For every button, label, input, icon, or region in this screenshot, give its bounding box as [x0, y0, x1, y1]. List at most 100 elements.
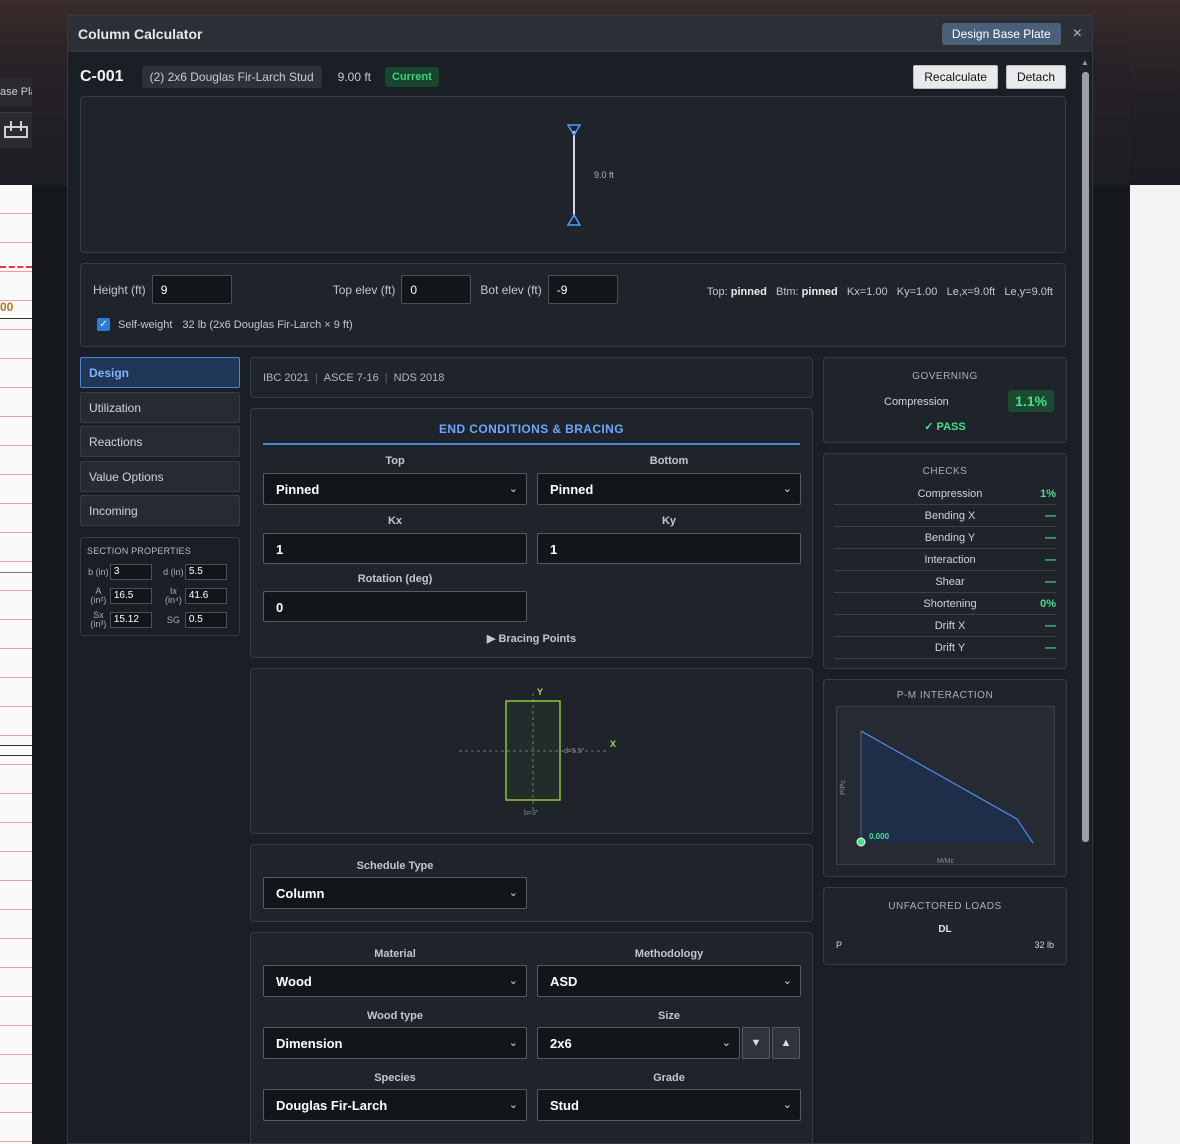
species-select[interactable]: Douglas Fir-Larch ⌄	[263, 1089, 527, 1121]
size-down-button[interactable]: ▼	[742, 1027, 770, 1059]
check-name: Compression	[917, 487, 983, 500]
schedule-panel: Schedule Type Column ⌄	[250, 844, 813, 922]
nav-reactions[interactable]: Reactions	[80, 426, 240, 457]
bottom-condition-select[interactable]: Pinned ⌄	[537, 473, 801, 505]
pm-y-axis-label: P/Pc	[840, 780, 847, 795]
size-up-button[interactable]: ▲	[772, 1027, 800, 1059]
height-input[interactable]	[151, 275, 232, 304]
chevron-down-icon: ⌄	[508, 975, 518, 987]
section-outline	[505, 700, 561, 801]
sg-input[interactable]: 0.5	[184, 612, 227, 628]
check-row: Shortening 0%	[834, 593, 1056, 615]
close-icon[interactable]: ×	[1073, 25, 1082, 43]
governing-title: GOVERNING	[912, 371, 978, 382]
check-name: Drift Y	[934, 641, 966, 654]
detach-button[interactable]: Detach	[1005, 65, 1066, 89]
sx-input[interactable]: 15.12	[109, 612, 152, 628]
background-tool-button[interactable]	[0, 112, 32, 148]
summary-btm-label: Btm:	[775, 286, 799, 298]
kx-input[interactable]: 1	[263, 533, 527, 564]
background-canvas	[0, 185, 32, 1144]
wood-type-select[interactable]: Dimension ⌄	[263, 1027, 527, 1059]
rotation-input[interactable]: 0	[263, 591, 527, 622]
end-conditions-title: END CONDITIONS & BRACING	[263, 422, 800, 445]
governing-card: GOVERNING Compression 1.1% ✓ PASS	[823, 357, 1067, 443]
column-calculator-dialog: Column Calculator Design Base Plate × ▲ …	[67, 15, 1093, 1144]
section-properties-title: SECTION PROPERTIES	[87, 546, 191, 556]
check-row: Bending Y —	[834, 527, 1056, 549]
depth-dimension-label: d=5.5"	[564, 748, 585, 755]
d-input[interactable]: 5.5	[184, 564, 227, 580]
section-properties-panel: SECTION PROPERTIES b (in) 3 d (in) 5.5 A…	[80, 537, 240, 636]
ix-input[interactable]: 41.6	[184, 588, 227, 604]
base-plate-icon	[4, 121, 28, 138]
background-tab[interactable]: ase Pla	[0, 78, 32, 106]
x-axis-label: X	[610, 739, 616, 749]
ix-label: Ix (in⁴)	[164, 586, 182, 605]
methodology-select[interactable]: ASD ⌄	[537, 965, 801, 997]
methodology-value: ASD	[550, 974, 578, 989]
chevron-down-icon: ⌄	[782, 483, 792, 495]
material-panel: Material Methodology Wood ⌄ ASD ⌄ Wood typ…	[250, 932, 813, 1143]
top-elev-input[interactable]	[401, 275, 472, 304]
section-property-row: A (in²) 16.5 Ix (in⁴) 41.6	[87, 584, 233, 608]
bracing-points-toggle[interactable]: ▶ Bracing Points	[251, 632, 812, 645]
size-value: 2x6	[550, 1036, 572, 1051]
pm-interaction-card: P-M INTERACTION 0.000 M/Mc P/Pc	[823, 679, 1067, 877]
recalculate-button[interactable]: Recalculate	[913, 65, 998, 89]
sx-label: Sx (in³)	[90, 610, 107, 629]
y-axis-label: Y	[537, 687, 543, 697]
bottom-condition-value: Pinned	[550, 482, 594, 497]
chevron-down-icon: ⌄	[508, 483, 518, 495]
area-input[interactable]: 16.5	[109, 588, 152, 604]
check-value: —	[1045, 619, 1056, 632]
check-row: Drift Y —	[834, 637, 1056, 659]
top-condition-value: Pinned	[276, 482, 320, 497]
nav-value-options[interactable]: Value Options	[80, 460, 240, 492]
pm-interaction-title: P-M INTERACTION	[896, 690, 994, 701]
pm-x-axis-label: M/Mc	[937, 858, 955, 865]
dialog-title: Column Calculator	[78, 25, 203, 42]
pm-interaction-plot: 0.000 M/Mc P/Pc	[836, 706, 1055, 865]
self-weight-checkbox[interactable]: ✓	[97, 318, 110, 331]
bot-elev-label: Bot elev (ft)	[480, 282, 542, 297]
dialog-scrollbar[interactable]: ▲	[1080, 58, 1090, 1143]
scroll-thumb[interactable]	[1082, 72, 1089, 842]
nav-design[interactable]: Design	[80, 357, 240, 388]
chevron-down-icon: ⌄	[782, 1099, 792, 1111]
check-row: Drift X —	[834, 615, 1056, 637]
background-line	[0, 318, 32, 319]
elevation-inputs-row: Height (ft) Top elev (ft) Bot elev (ft)	[93, 275, 618, 304]
top-condition-select[interactable]: Pinned ⌄	[263, 473, 527, 505]
nav-incoming[interactable]: Incoming	[80, 495, 240, 526]
pass-status: ✓ PASS	[924, 421, 966, 433]
column-id: C-001	[80, 68, 124, 85]
size-select[interactable]: 2x6 ⌄	[537, 1027, 740, 1059]
bot-elev-input[interactable]	[547, 275, 618, 304]
wood-type-value: Dimension	[276, 1036, 343, 1051]
summary-top-value: pinned	[730, 286, 767, 298]
ky-input[interactable]: 1	[537, 533, 801, 564]
summary-effective-lengths: Kx=1.00 Ky=1.00 Le,x=9.0ft Le,y=9.0ft	[846, 286, 1053, 298]
end-conditions-panel: END CONDITIONS & BRACING Top Bottom Pinn…	[250, 408, 813, 658]
schedule-type-label: Schedule Type	[356, 860, 434, 872]
design-base-plate-button[interactable]: Design Base Plate	[941, 22, 1061, 45]
area-label: A (in²)	[90, 586, 107, 605]
b-input[interactable]: 3	[109, 564, 152, 580]
load-row-label: P	[836, 940, 843, 950]
governing-check-label: Compression	[884, 396, 949, 408]
dialog-header[interactable]: Column Calculator Design Base Plate ×	[68, 16, 1092, 52]
summary-top-label: Top:	[706, 286, 728, 298]
check-value: —	[1045, 509, 1056, 522]
design-codes: IBC 2021 | ASCE 7-16 | NDS 2018	[250, 357, 813, 398]
check-name: Shortening	[923, 597, 977, 610]
sg-label: SG	[166, 614, 180, 625]
end-condition-summary: Top: pinned Btm: pinned Kx=1.00 Ky=1.00 …	[707, 286, 1053, 298]
chevron-down-icon: ⌄	[508, 887, 518, 899]
nav-utilization[interactable]: Utilization	[80, 391, 240, 423]
grade-select[interactable]: Stud ⌄	[537, 1089, 801, 1121]
separator: |	[384, 372, 388, 384]
scroll-up-icon[interactable]: ▲	[1081, 58, 1089, 67]
material-select[interactable]: Wood ⌄	[263, 965, 527, 997]
schedule-type-select[interactable]: Column ⌄	[263, 877, 527, 909]
